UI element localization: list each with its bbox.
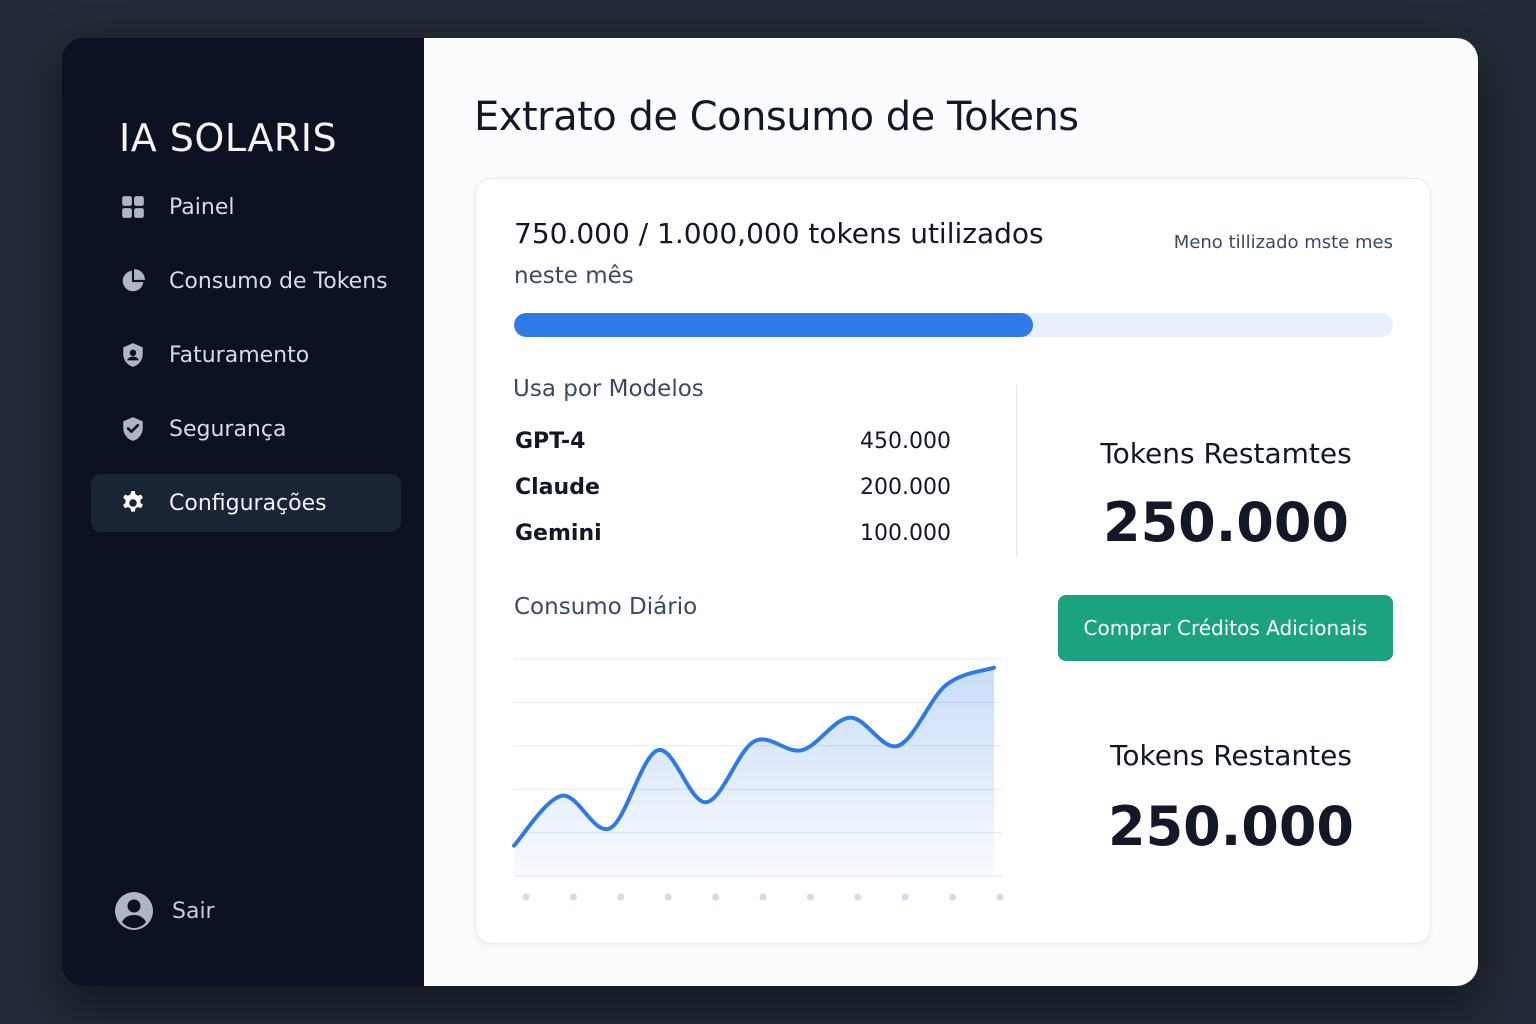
sidebar-item-consumo-de-tokens[interactable]: Consumo de Tokens bbox=[91, 252, 401, 310]
sidebar-item-seguranca[interactable]: Segurança bbox=[91, 400, 401, 458]
daily-consumption-chart bbox=[512, 658, 1004, 901]
usage-card: 750.000 / 1.000,000 tokens utilizados ne… bbox=[475, 178, 1431, 944]
model-value: 450.000 bbox=[860, 429, 951, 454]
chart-x-tick-dot bbox=[806, 893, 814, 901]
chart-area-fill bbox=[514, 667, 994, 876]
chart-x-tick-dot bbox=[949, 893, 957, 901]
usage-progress-fill bbox=[514, 313, 1033, 337]
sidebar-item-label: Painel bbox=[169, 194, 235, 220]
chart-x-tick-dot bbox=[569, 893, 577, 901]
sidebar: IA SOLARIS Painel Consumo de Tokens Fatu… bbox=[62, 38, 424, 986]
sidebar-item-label: Segurança bbox=[169, 416, 287, 442]
model-name: GPT-4 bbox=[515, 429, 586, 454]
chart-x-tick-dot bbox=[617, 893, 625, 901]
grid-icon bbox=[119, 193, 147, 221]
remaining-tokens-label-secondary: Tokens Restantes bbox=[1110, 739, 1352, 772]
app-window: IA SOLARIS Painel Consumo de Tokens Fatu… bbox=[62, 38, 1478, 986]
models-title: Usa por Modelos bbox=[513, 376, 704, 402]
sidebar-item-label: Configurações bbox=[169, 490, 327, 516]
sidebar-item-label: Consumo de Tokens bbox=[169, 268, 388, 294]
pie-chart-icon bbox=[119, 267, 147, 295]
sidebar-item-faturamento[interactable]: Faturamento bbox=[91, 326, 401, 384]
usage-headline: 750.000 / 1.000,000 tokens utilizados bbox=[514, 217, 1044, 250]
buy-credits-button[interactable]: Comprar Créditos Adicionais bbox=[1058, 595, 1393, 661]
shield-check-icon bbox=[119, 415, 147, 443]
model-row: GPT-4 450.000 bbox=[515, 429, 951, 454]
usage-side-note: Meno tillizado mste mes bbox=[1173, 232, 1393, 253]
main-content: Extrato de Consumo de Tokens 750.000 / 1… bbox=[424, 38, 1478, 986]
gear-icon bbox=[119, 489, 147, 517]
vertical-divider bbox=[1016, 385, 1017, 557]
model-value: 200.000 bbox=[860, 475, 951, 500]
model-name: Gemini bbox=[515, 521, 602, 546]
model-value: 100.000 bbox=[860, 521, 951, 546]
model-name: Claude bbox=[515, 475, 600, 500]
usage-subline: neste mês bbox=[514, 263, 634, 289]
usage-progress-bar bbox=[514, 313, 1393, 337]
chart-x-tick-dot bbox=[759, 893, 767, 901]
remaining-tokens-value-secondary: 250.000 bbox=[1108, 795, 1354, 858]
sidebar-item-label: Faturamento bbox=[169, 342, 310, 368]
chart-x-tick-dot bbox=[996, 893, 1004, 901]
logout-label: Sair bbox=[172, 898, 215, 924]
chart-x-tick-dot bbox=[712, 893, 720, 901]
model-row: Claude 200.000 bbox=[515, 475, 951, 500]
shield-user-icon bbox=[119, 341, 147, 369]
chart-x-tick-dot bbox=[854, 893, 862, 901]
model-row: Gemini 100.000 bbox=[515, 521, 951, 546]
logout-button[interactable]: Sair bbox=[114, 891, 215, 931]
sidebar-item-configuracoes[interactable]: Configurações bbox=[91, 474, 401, 532]
remaining-tokens-label: Tokens Restamtes bbox=[1100, 437, 1352, 470]
chart-x-tick-dot bbox=[664, 893, 672, 901]
daily-consumption-title: Consumo Diário bbox=[514, 594, 698, 620]
remaining-tokens-value: 250.000 bbox=[1103, 491, 1349, 554]
chart-x-tick-dot bbox=[522, 893, 530, 901]
page-title: Extrato de Consumo de Tokens bbox=[474, 94, 1079, 140]
brand-logo: IA SOLARIS bbox=[119, 116, 338, 160]
chart-x-tick-dot bbox=[901, 893, 909, 901]
sidebar-item-painel[interactable]: Painel bbox=[91, 178, 401, 236]
user-avatar-icon bbox=[114, 891, 154, 931]
